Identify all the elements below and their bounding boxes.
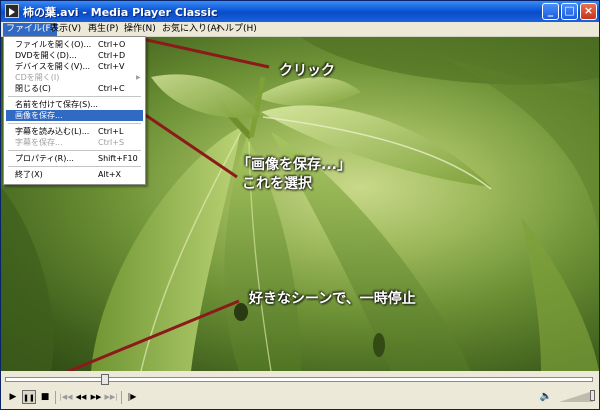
menu-save-as[interactable]: 名前を付けて保存(S)...	[6, 99, 143, 110]
toolbar-separator	[121, 391, 122, 404]
menu-close[interactable]: 閉じる(C) Ctrl+C	[6, 83, 143, 94]
seek-bar[interactable]	[1, 371, 599, 387]
skip-back-icon[interactable]: |◀◀	[59, 390, 73, 404]
callout-click: クリック	[279, 63, 335, 79]
seek-thumb[interactable]	[100, 374, 109, 385]
seek-track[interactable]	[5, 377, 593, 382]
callout-select-line1: 「画像を保存...」	[237, 157, 351, 173]
menu-help[interactable]: ヘルプ(H)	[213, 23, 260, 36]
app-icon[interactable]	[5, 4, 19, 18]
callout-select-line2: これを選択	[242, 176, 312, 192]
menu-view[interactable]: 表示(V)	[47, 23, 84, 36]
frame-step-icon[interactable]: |▶	[125, 390, 139, 404]
file-menu-dropdown: ファイルを開く(O)... Ctrl+O DVDを開く(D)... Ctrl+D デ…	[3, 36, 146, 185]
menu-save-subtitle[interactable]: 字幕を保存... Ctrl+S	[6, 137, 143, 148]
title-bar[interactable]: 柿の葉.avi - Media Player Classic _ □ ×	[1, 1, 599, 22]
menu-exit[interactable]: 終了(X) Alt+X	[6, 169, 143, 180]
menu-play[interactable]: 再生(P)	[85, 23, 121, 36]
menu-properties[interactable]: プロパティ(R)... Shift+F10	[6, 153, 143, 164]
menu-separator	[8, 123, 141, 124]
media-player-window: 柿の葉.avi - Media Player Classic _ □ × ファイ…	[0, 0, 600, 410]
menu-open-cd[interactable]: CDを開く(I) ▶	[6, 72, 143, 83]
volume-ramp	[559, 391, 593, 402]
arrow-to-save-image	[140, 110, 238, 179]
minimize-button[interactable]: _	[542, 3, 559, 20]
maximize-button[interactable]: □	[561, 3, 578, 20]
play-icon[interactable]: ▶	[6, 390, 20, 404]
skip-forward-icon[interactable]: ▶▶|	[104, 390, 118, 404]
arrow-to-pause	[65, 299, 240, 371]
menu-load-subtitle[interactable]: 字幕を読み込む(L)... Ctrl+L	[6, 126, 143, 137]
submenu-arrow-icon: ▶	[136, 74, 141, 81]
window-title: 柿の葉.avi - Media Player Classic	[23, 6, 218, 19]
menu-open-device[interactable]: デバイスを開く(V)... Ctrl+V	[6, 61, 143, 72]
menu-separator	[8, 166, 141, 167]
close-button[interactable]: ×	[580, 3, 597, 20]
menu-open-file[interactable]: ファイルを開く(O)... Ctrl+O	[6, 39, 143, 50]
rewind-icon[interactable]: ◀◀	[74, 390, 88, 404]
volume-slider[interactable]	[590, 390, 595, 401]
menu-bar: ファイル(F) 表示(V) 再生(P) 操作(N) お気に入り(A) ヘルプ(H…	[1, 22, 599, 37]
fast-forward-icon[interactable]: ▶▶	[89, 390, 103, 404]
speaker-icon[interactable]: 🔈	[539, 390, 553, 404]
menu-open-dvd[interactable]: DVDを開く(D)... Ctrl+D	[6, 50, 143, 61]
menu-separator	[8, 96, 141, 97]
menu-navigate[interactable]: 操作(N)	[121, 23, 159, 36]
playback-controls: ▶ ❚❚ ■ |◀◀ ◀◀ ▶▶ ▶▶| |▶ 🔈	[1, 387, 599, 409]
pause-icon[interactable]: ❚❚	[22, 390, 36, 404]
menu-separator	[8, 150, 141, 151]
menu-save-image[interactable]: 画像を保存...	[6, 110, 143, 121]
stop-icon[interactable]: ■	[38, 390, 52, 404]
toolbar-separator	[55, 391, 56, 404]
callout-pause: 好きなシーンで、一時停止	[249, 291, 416, 307]
